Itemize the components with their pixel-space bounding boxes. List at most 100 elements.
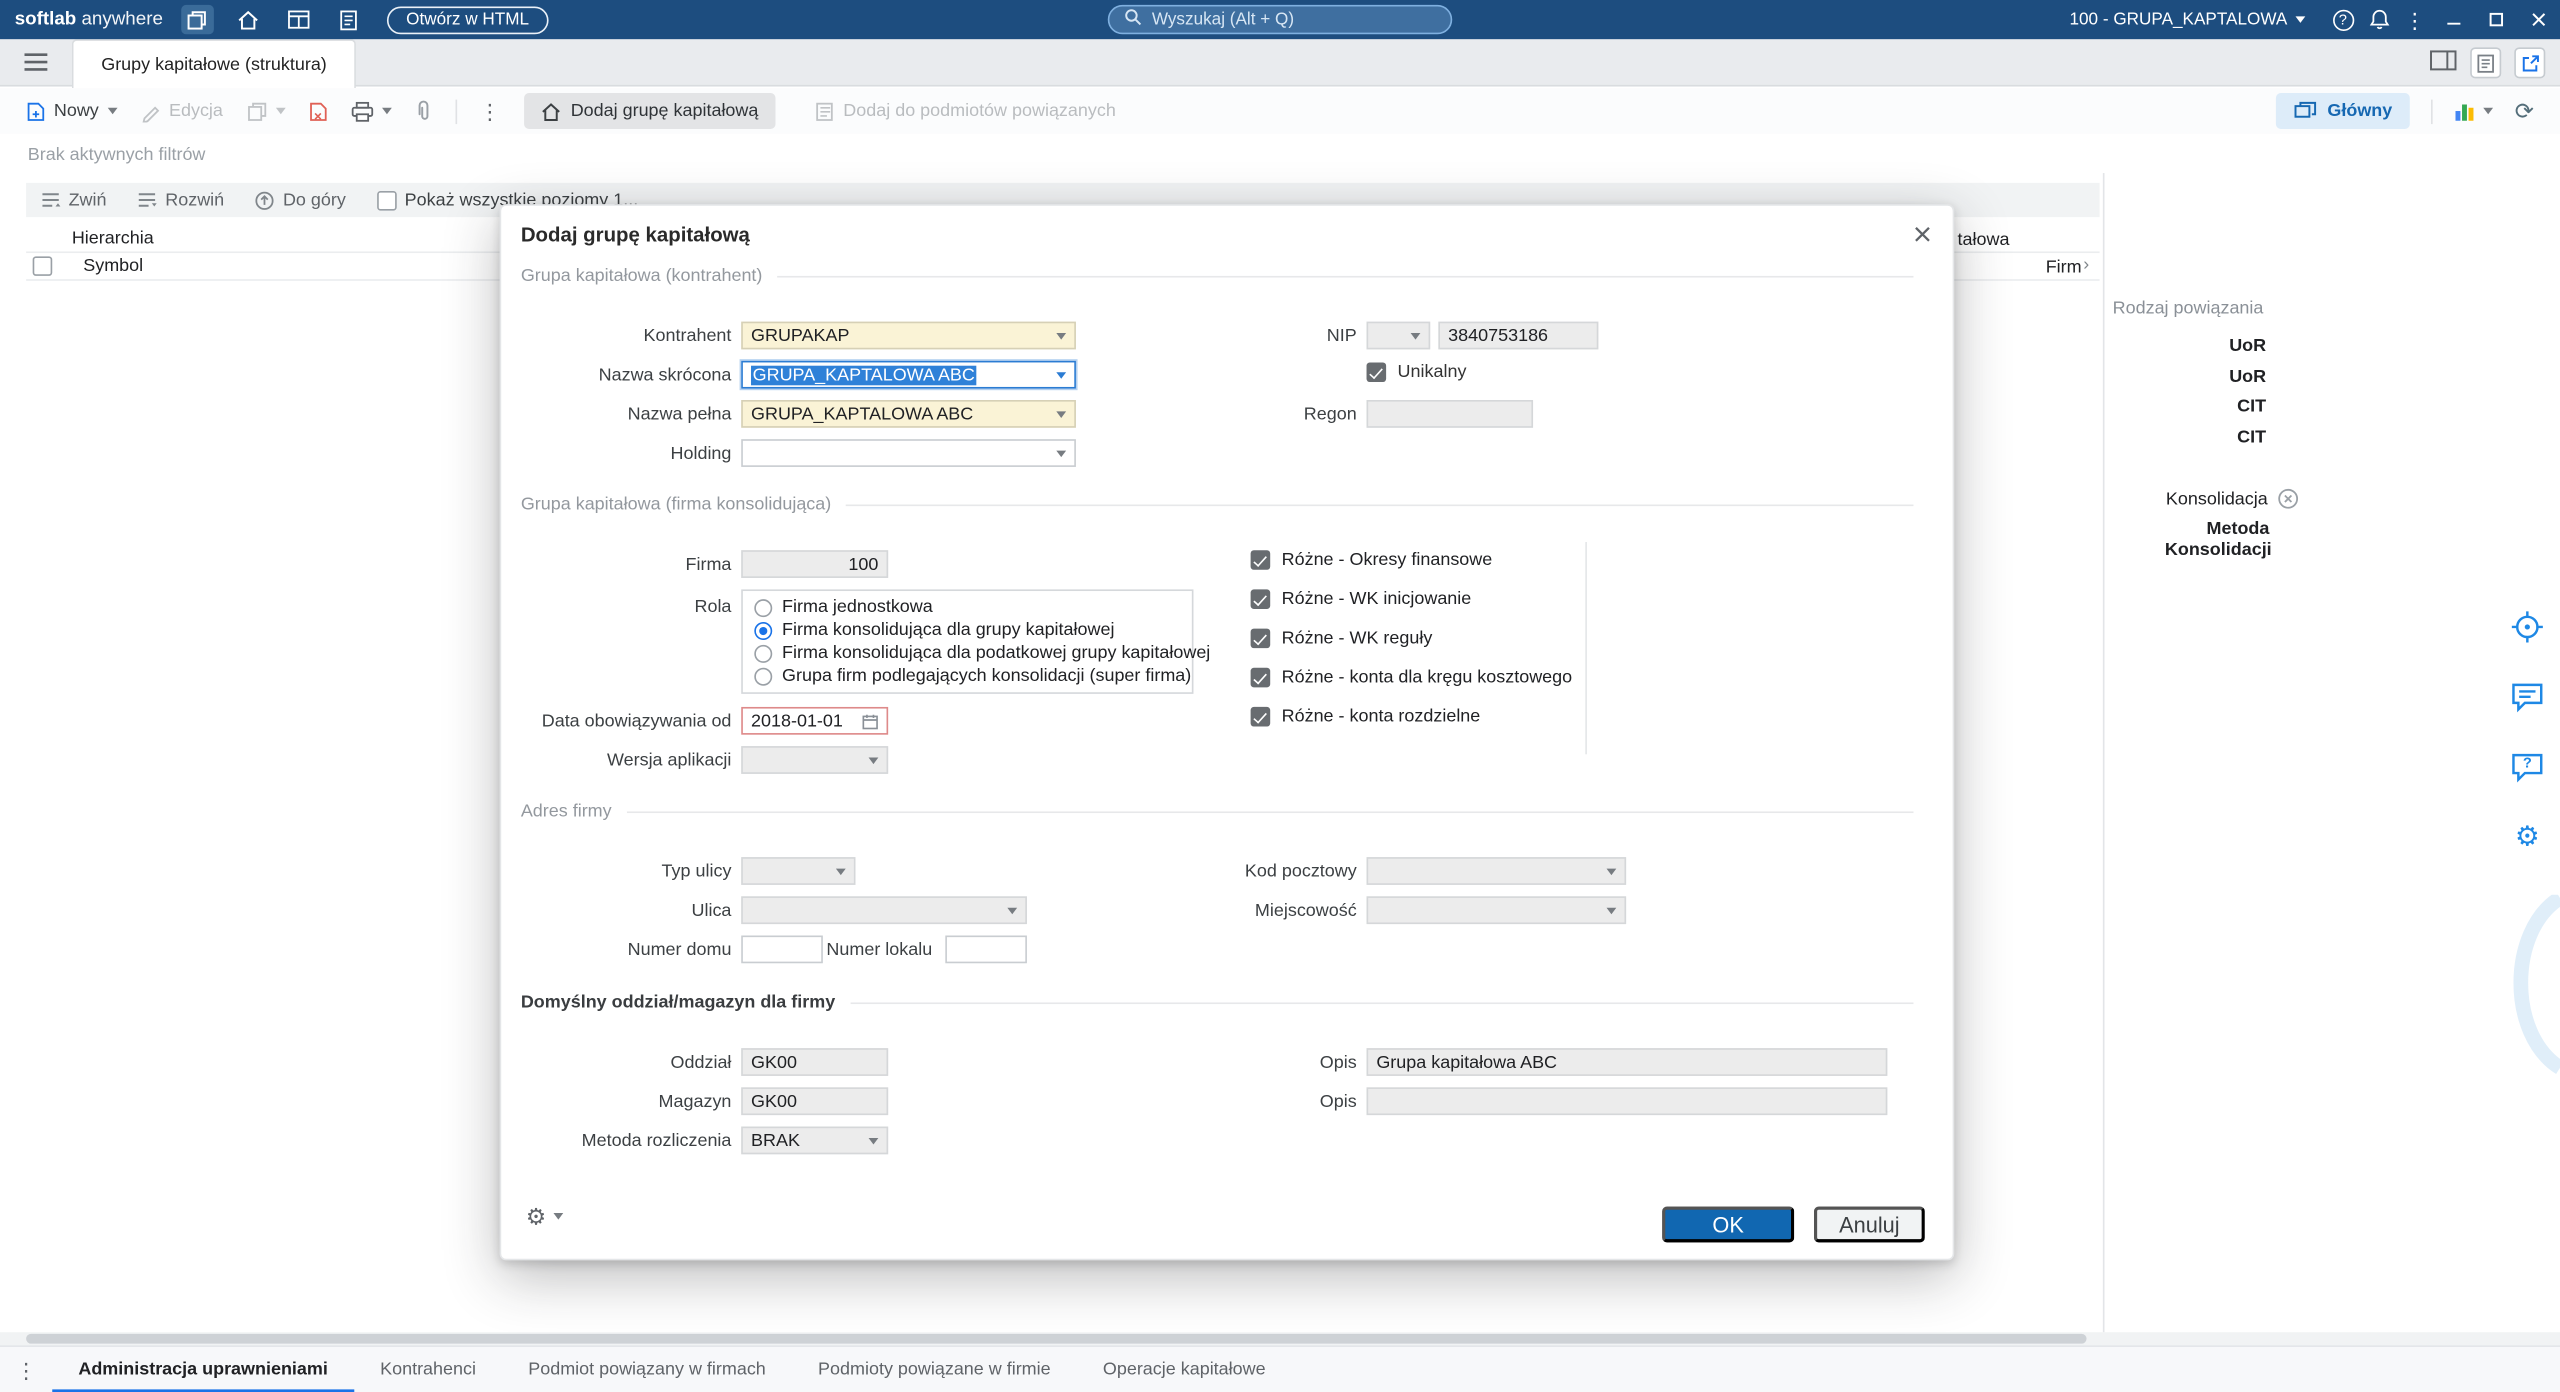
warehouse-field[interactable]: GK00 bbox=[741, 1087, 888, 1115]
go-to-top-button[interactable]: Do góry bbox=[255, 190, 346, 210]
column-group-right-fragment[interactable]: tałowa bbox=[1958, 230, 2010, 250]
share-external-button[interactable] bbox=[2514, 47, 2545, 78]
bottom-tab-podmiot-powiazany[interactable]: Podmiot powiązany w firmach bbox=[502, 1347, 792, 1392]
checkbox-checked[interactable] bbox=[1251, 668, 1271, 688]
bottom-tab-podmioty-powiazane[interactable]: Podmioty powiązane w firmie bbox=[792, 1347, 1077, 1392]
full-name-field[interactable]: GRUPA_KAPTALOWA ABC bbox=[741, 400, 1076, 428]
context-selector[interactable]: 100 - GRUPA_KAPTALOWA bbox=[2069, 10, 2305, 30]
hamburger-menu-icon[interactable] bbox=[23, 52, 49, 76]
valid-from-date-field[interactable]: 2018-01-01 bbox=[741, 707, 888, 735]
grid-icon[interactable] bbox=[282, 5, 315, 34]
main-view-button[interactable]: Główny bbox=[2275, 93, 2410, 129]
bottom-tab-operacje-kapitalowe[interactable]: Operacje kapitałowe bbox=[1077, 1347, 1292, 1392]
select-all-checkbox[interactable] bbox=[33, 256, 53, 276]
collapse-button[interactable]: Zwiń bbox=[41, 190, 107, 210]
toolbar-more-button[interactable]: ⋮ bbox=[479, 100, 500, 121]
cancel-button[interactable]: Anuluj bbox=[1814, 1207, 1925, 1243]
chart-view-button[interactable] bbox=[2454, 101, 2493, 121]
radio-option[interactable]: Grupa firm podlegających konsolidacji (s… bbox=[754, 666, 1180, 686]
unique-checkbox-checked[interactable] bbox=[1367, 362, 1387, 382]
column-nav-chevron[interactable]: › bbox=[2083, 255, 2089, 275]
refresh-button[interactable]: ⟳ bbox=[2515, 100, 2534, 123]
help-chat-button[interactable]: ? bbox=[2506, 746, 2548, 788]
expand-button[interactable]: Rozwiń bbox=[138, 190, 225, 210]
panel-layout-icon[interactable] bbox=[2429, 49, 2457, 77]
checkbox-row[interactable]: Różne - WK reguły bbox=[1251, 627, 1573, 650]
bottom-tab-kontrahenci[interactable]: Kontrahenci bbox=[354, 1347, 502, 1392]
branch-field[interactable]: GK00 bbox=[741, 1048, 888, 1076]
checkbox-row[interactable]: Różne - konta rozdzielne bbox=[1251, 705, 1573, 728]
open-in-html-button[interactable]: Otwórz w HTML bbox=[387, 6, 549, 34]
column-firm[interactable]: Firm bbox=[2046, 258, 2082, 278]
ok-button[interactable]: OK bbox=[1662, 1207, 1794, 1243]
target-crosshair-button[interactable] bbox=[2506, 606, 2548, 648]
checkbox-row[interactable]: Różne - WK inicjowanie bbox=[1251, 588, 1573, 611]
radio-option[interactable]: Firma konsolidująca dla podatkowej grupy… bbox=[754, 643, 1180, 663]
column-symbol[interactable]: Symbol bbox=[83, 256, 143, 276]
notes-button[interactable] bbox=[2470, 47, 2501, 78]
notifications-bell-icon[interactable] bbox=[2361, 8, 2397, 31]
chevron-down-icon[interactable] bbox=[1007, 907, 1017, 914]
unique-checkbox-row[interactable]: Unikalny bbox=[1367, 362, 1467, 382]
radio-unselected[interactable] bbox=[754, 644, 772, 662]
chevron-down-icon[interactable] bbox=[1056, 332, 1066, 339]
settlement-method-field[interactable]: BRAK bbox=[741, 1127, 888, 1155]
checkbox-unchecked[interactable] bbox=[377, 190, 397, 210]
collapse-icon bbox=[41, 191, 61, 209]
settings-gear-button[interactable]: ⚙ bbox=[2506, 816, 2548, 858]
scrollbar-thumb[interactable] bbox=[26, 1334, 2086, 1344]
bottom-kebab-icon[interactable]: ⋮ bbox=[0, 1347, 52, 1392]
document-icon[interactable] bbox=[333, 5, 366, 34]
radio-option[interactable]: Firma konsolidująca dla grupy kapitałowe… bbox=[754, 620, 1180, 640]
close-dialog-icon[interactable] bbox=[1910, 222, 1933, 245]
checkbox-checked[interactable] bbox=[1251, 589, 1271, 609]
kebab-menu-icon[interactable]: ⋮ bbox=[2397, 9, 2433, 30]
postal-code-field[interactable] bbox=[1367, 857, 1627, 885]
chevron-down-icon[interactable] bbox=[1056, 371, 1066, 378]
home-icon[interactable] bbox=[231, 5, 264, 34]
radio-option[interactable]: Firma jednostkowa bbox=[754, 598, 1180, 618]
remove-circle-icon[interactable] bbox=[2278, 488, 2299, 509]
attachment-button[interactable] bbox=[414, 100, 432, 123]
street-field[interactable] bbox=[741, 896, 1027, 924]
search-input[interactable]: Wyszukaj (Alt + Q) bbox=[1108, 5, 1452, 34]
chevron-down-icon[interactable] bbox=[1607, 907, 1617, 914]
city-field[interactable] bbox=[1367, 896, 1627, 924]
calendar-icon[interactable] bbox=[862, 713, 878, 729]
minimize-button[interactable] bbox=[2433, 0, 2475, 39]
checkbox-checked[interactable] bbox=[1251, 629, 1271, 649]
dialog-settings-button[interactable]: ⚙ bbox=[526, 1205, 563, 1228]
new-button[interactable]: Nowy bbox=[26, 100, 117, 121]
short-name-field[interactable]: GRUPA_KAPTALOWA ABC bbox=[741, 361, 1076, 389]
maximize-button[interactable] bbox=[2475, 0, 2517, 39]
help-icon[interactable]: ? bbox=[2325, 9, 2361, 30]
radio-unselected[interactable] bbox=[754, 667, 772, 685]
print-button[interactable] bbox=[350, 100, 391, 121]
chevron-down-icon[interactable] bbox=[836, 868, 846, 875]
tab-grupy-kapitalowe[interactable]: Grupy kapitałowe (struktura) bbox=[72, 39, 356, 88]
description2-field[interactable] bbox=[1367, 1087, 1888, 1115]
checkbox-row[interactable]: Różne - konta dla kręgu kosztowego bbox=[1251, 666, 1573, 689]
street-type-field[interactable] bbox=[741, 857, 855, 885]
add-capital-group-button[interactable]: Dodaj grupę kapitałową bbox=[523, 93, 774, 129]
chat-button[interactable] bbox=[2506, 676, 2548, 718]
delete-document-button[interactable] bbox=[308, 100, 328, 121]
kontrahent-field[interactable]: GRUPAKAP bbox=[741, 322, 1076, 350]
close-window-button[interactable] bbox=[2518, 0, 2560, 39]
holding-field[interactable] bbox=[741, 439, 1076, 467]
checkbox-checked[interactable] bbox=[1251, 550, 1271, 570]
horizontal-scrollbar[interactable] bbox=[0, 1332, 2560, 1345]
bottom-tab-administracja[interactable]: Administracja uprawnieniami bbox=[52, 1347, 354, 1392]
chevron-down-icon[interactable] bbox=[1056, 411, 1066, 418]
checkbox-row[interactable]: Różne - Okresy finansowe bbox=[1251, 549, 1573, 572]
description1-field[interactable]: Grupa kapitałowa ABC bbox=[1367, 1048, 1888, 1076]
flat-number-field[interactable] bbox=[945, 936, 1027, 964]
window-copy-icon[interactable] bbox=[181, 5, 214, 34]
chevron-down-icon[interactable] bbox=[1607, 868, 1617, 875]
radio-selected[interactable] bbox=[754, 621, 772, 639]
checkbox-checked[interactable] bbox=[1251, 707, 1271, 727]
chevron-down-icon[interactable] bbox=[1056, 450, 1066, 457]
column-hierarchia[interactable]: Hierarchia bbox=[72, 229, 154, 249]
chevron-down-icon[interactable] bbox=[869, 1137, 879, 1144]
radio-unselected[interactable] bbox=[754, 598, 772, 616]
